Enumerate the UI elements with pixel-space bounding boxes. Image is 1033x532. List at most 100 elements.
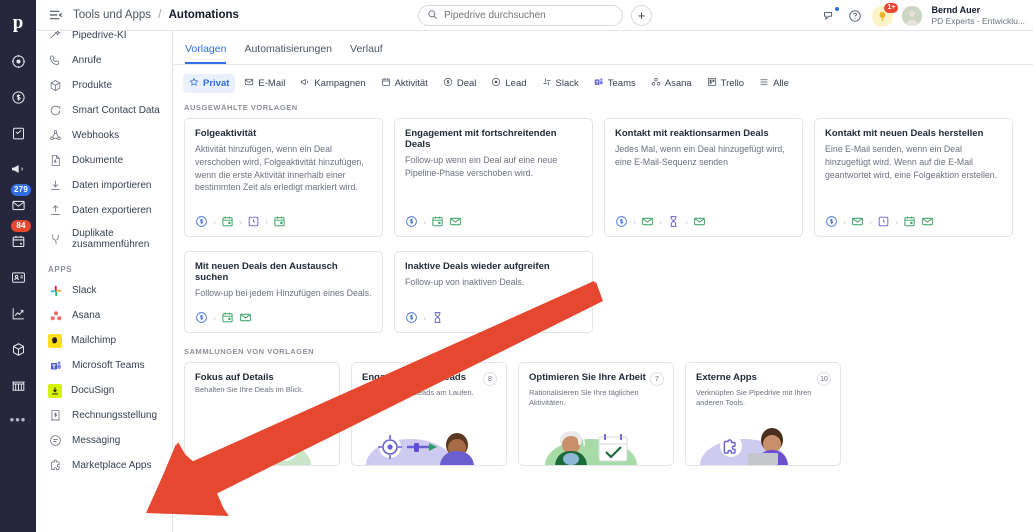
sidebar-label: Microsoft Teams xyxy=(72,359,145,371)
main-content: Vorlagen Automatisierungen Verlauf Priva… xyxy=(173,31,1033,532)
envelope-icon xyxy=(641,215,654,228)
collection-card[interactable]: Optimieren Sie Ihre Arbeit 7 Rationalisi… xyxy=(518,362,674,466)
rail-item-insights[interactable] xyxy=(0,298,36,328)
filter-chip-email[interactable]: E-Mail xyxy=(238,74,291,93)
webhook-icon xyxy=(48,128,63,143)
sidebar-label: Mailchimp xyxy=(71,334,117,346)
tab-vorlagen[interactable]: Vorlagen xyxy=(185,43,227,64)
deal-money-illustration: $ xyxy=(215,439,311,465)
flow-arrow-icon: › xyxy=(685,216,688,227)
template-card[interactable]: Kontakt mit neuen Deals herstellen Eine … xyxy=(814,118,1013,237)
sidebar-item-daten-exportieren[interactable]: Daten exportieren xyxy=(36,198,172,223)
flow-arrow-icon: › xyxy=(239,216,242,227)
lead-target-illustration xyxy=(366,433,474,465)
pipedrive-logo-icon[interactable]: p xyxy=(0,6,36,40)
help-icon[interactable] xyxy=(846,8,863,25)
rail-item-activities[interactable] xyxy=(0,118,36,148)
rail-item-campaigns[interactable] xyxy=(0,154,36,184)
megaphone-icon xyxy=(300,77,310,90)
sidebar-label: Asana xyxy=(72,309,101,321)
filter-chip-alle[interactable]: Alle xyxy=(753,74,795,93)
rail-item-leads[interactable] xyxy=(0,46,36,76)
collection-header: Externe Apps 10 xyxy=(686,363,840,386)
sidebar-item-microsoft-teams[interactable]: Microsoft Teams xyxy=(36,353,172,378)
flow-arrow-icon: › xyxy=(659,216,662,227)
filter-chip-slack[interactable]: Slack xyxy=(536,74,585,93)
sidebar-label: Dokumente xyxy=(72,154,124,166)
template-card[interactable]: Kontakt mit reaktionsarmen Deals Jedes M… xyxy=(604,118,803,237)
deal-icon xyxy=(615,215,628,228)
collection-badge: 7 xyxy=(650,372,664,386)
hourglass-icon xyxy=(431,311,444,324)
flow-arrow-icon: › xyxy=(423,312,426,323)
filter-chip-aktivitaet[interactable]: Aktivität xyxy=(375,74,434,93)
sidebar-item-asana[interactable]: Asana xyxy=(36,303,172,328)
avatar[interactable] xyxy=(902,6,923,26)
box-icon xyxy=(48,78,63,93)
filter-chip-teams[interactable]: Teams xyxy=(588,74,642,93)
add-button[interactable]: + xyxy=(631,5,652,26)
sidebar-item-rechnungsstellung[interactable]: Rechnungsstellung xyxy=(36,403,172,428)
flow-arrow-icon: › xyxy=(869,216,872,227)
sidebar-item-messaging[interactable]: Messaging xyxy=(36,428,172,453)
sidebar-item-daten-importieren[interactable]: Daten importieren xyxy=(36,173,172,198)
filter-chip-privat[interactable]: Privat xyxy=(183,74,236,93)
rail-item-marketplace[interactable] xyxy=(0,370,36,400)
sidebar-item-anrufe[interactable]: Anrufe xyxy=(36,48,172,73)
marketplace-apps-icon xyxy=(48,458,63,473)
deal-icon xyxy=(825,215,838,228)
hamburger-icon[interactable] xyxy=(48,7,64,23)
notifications-bulb-icon[interactable]: 1+ xyxy=(872,2,899,27)
template-card[interactable]: Engagement mit fortschreitenden Deals Fo… xyxy=(394,118,593,237)
sidebar-item-docusign[interactable]: DocuSign xyxy=(36,378,172,403)
filter-chip-kampagnen[interactable]: Kampagnen xyxy=(294,74,371,93)
user-info[interactable]: Bernd Auer PD Experts - Entwicklu... xyxy=(931,5,1025,27)
template-card[interactable]: Mit neuen Deals den Austausch suchen Fol… xyxy=(184,251,383,333)
collection-card[interactable]: Fokus auf Details Behalten Sie Ihre Deal… xyxy=(184,362,340,466)
rail-item-mail[interactable]: 279 xyxy=(0,184,36,220)
sidebar-item-slack[interactable]: Slack xyxy=(36,278,172,303)
mail-icon xyxy=(11,198,26,213)
rail-item-calendar[interactable]: 84 xyxy=(0,220,36,256)
search-input[interactable] xyxy=(444,10,604,21)
sidebar-item-pipedrive-ki[interactable]: Pipedrive-KI xyxy=(36,31,172,48)
filter-chip-trello[interactable]: Trello xyxy=(701,74,750,93)
calendar-badge: 84 xyxy=(11,220,31,232)
sidebar-item-dokumente[interactable]: Dokumente xyxy=(36,148,172,173)
filter-label: Deal xyxy=(456,78,477,89)
rail-item-contacts[interactable] xyxy=(0,262,36,292)
template-card[interactable]: Folgeaktivität Aktivität hinzufügen, wen… xyxy=(184,118,383,237)
filter-label: Asana xyxy=(664,78,692,89)
sidebar-item-webhooks[interactable]: Webhooks xyxy=(36,123,172,148)
calendar-coffee-illustration xyxy=(545,431,637,465)
template-flow: › › › xyxy=(615,215,792,228)
global-search[interactable] xyxy=(418,5,623,26)
envelope-icon xyxy=(921,215,934,228)
whats-new-icon[interactable] xyxy=(820,6,840,25)
tab-automatisierungen[interactable]: Automatisierungen xyxy=(244,43,332,64)
sidebar-item-mailchimp[interactable]: Mailchimp xyxy=(36,328,172,353)
sidebar-item-duplikate-zusammenfuehren[interactable]: Duplikate zusammenführen xyxy=(36,223,172,255)
collection-header: Fokus auf Details xyxy=(185,363,339,383)
trello-icon xyxy=(707,77,717,90)
collection-card[interactable]: Externe Apps 10 Verknüpfen Sie Pipedrive… xyxy=(685,362,841,466)
collection-card[interactable]: Engagement mit Leads 8 Halten Sie Ihre L… xyxy=(351,362,507,466)
template-card[interactable]: Inaktive Deals wieder aufgreifen Follow-… xyxy=(394,251,593,333)
sidebar-item-marketplace-apps[interactable]: Marketplace Apps xyxy=(36,453,172,478)
rail-item-deals[interactable] xyxy=(0,82,36,112)
rail-item-products[interactable] xyxy=(0,334,36,364)
filter-chip-asana[interactable]: Asana xyxy=(645,74,698,93)
envelope-icon xyxy=(851,215,864,228)
collection-desc: Verknüpfen Sie Pipedrive mit Ihren ander… xyxy=(696,388,812,408)
breadcrumb-parent[interactable]: Tools und Apps xyxy=(73,9,151,21)
filter-chip-deal[interactable]: Deal xyxy=(437,74,483,93)
deal-icon xyxy=(405,311,418,324)
flow-arrow-icon: › xyxy=(423,216,426,227)
sidebar-item-smart-contact-data[interactable]: Smart Contact Data xyxy=(36,98,172,123)
template-title: Kontakt mit reaktionsarmen Deals xyxy=(615,128,769,139)
template-flow: › xyxy=(405,215,582,228)
rail-more-button[interactable]: ••• xyxy=(10,412,27,427)
sidebar-item-produkte[interactable]: Produkte xyxy=(36,73,172,98)
filter-chip-lead[interactable]: Lead xyxy=(485,74,532,93)
tab-verlauf[interactable]: Verlauf xyxy=(350,43,383,64)
